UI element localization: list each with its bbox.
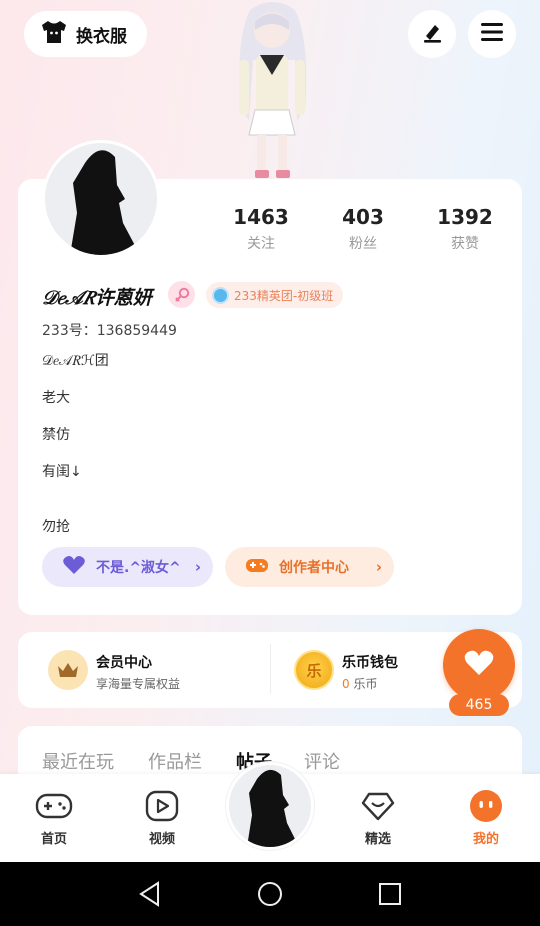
group-badge-label: 233精英团-初级班	[234, 288, 334, 303]
heart-icon	[62, 555, 86, 579]
back-icon[interactable]	[138, 881, 162, 911]
tab-comments[interactable]: 评论	[304, 748, 340, 774]
tab-recently-played[interactable]: 最近在玩	[42, 748, 114, 774]
nav-featured[interactable]: 精选	[324, 788, 432, 847]
member-center-subtitle: 享海量专属权益	[96, 677, 181, 691]
center-avatar-button[interactable]	[226, 762, 314, 850]
heart-diamond-icon	[324, 788, 432, 824]
gamepad-icon	[245, 555, 269, 579]
nav-mine-label: 我的	[472, 832, 499, 847]
bio-line: 老大	[42, 390, 70, 406]
face-icon	[432, 788, 540, 824]
bio-line: 有闺↓	[42, 464, 82, 480]
like-button[interactable]	[443, 629, 515, 701]
member-center-link[interactable]: 会员中心 享海量专属权益	[96, 652, 180, 692]
heart-icon	[464, 650, 494, 680]
group-badge-icon	[212, 286, 229, 304]
chevron-right-icon: ›	[375, 558, 382, 576]
creator-center-button[interactable]: 创作者中心 ›	[225, 547, 394, 587]
likes-received-label: 获赞	[451, 236, 479, 252]
nav-video[interactable]: 视频	[108, 788, 216, 847]
edit-icon	[420, 20, 444, 48]
fans-count: 403	[342, 205, 384, 229]
nickname: 𝒟𝑒𝒜𝑅许蒽妍	[42, 287, 152, 309]
crown-icon	[48, 650, 88, 690]
wallet-balance: 0 乐币	[342, 675, 398, 692]
wallet-balance-value: 0	[342, 677, 350, 691]
user-id: 233号：136859449	[42, 323, 177, 339]
personality-tag-button[interactable]: 不是.^淑女^ ›	[42, 547, 213, 587]
coin-icon: 乐	[294, 650, 334, 690]
bio-line: 𝒟𝑒𝒜𝑅ℋ团	[42, 353, 109, 369]
likes-received-count: 1392	[437, 205, 493, 229]
tshirt-icon	[40, 20, 68, 48]
profile-avatar[interactable]	[42, 140, 160, 258]
creator-center-label: 创作者中心	[279, 560, 349, 576]
group-badge[interactable]: 233精英团-初级班	[206, 282, 344, 308]
personality-tag-label: 不是.^淑女^	[96, 560, 181, 576]
nav-mine[interactable]: 我的	[432, 788, 540, 847]
wallet-link[interactable]: 乐币钱包 0 乐币	[342, 652, 398, 692]
fans-label: 粉丝	[349, 236, 377, 252]
wallet-title: 乐币钱包	[342, 655, 398, 671]
stat-fans[interactable]: 403 粉丝	[318, 205, 408, 253]
home-circle-icon[interactable]	[257, 881, 283, 911]
bio-line: 勿抢	[42, 519, 70, 535]
nav-home-label: 首页	[40, 832, 67, 847]
recents-square-icon[interactable]	[379, 883, 401, 909]
member-center-title: 会员中心	[96, 655, 152, 671]
edit-profile-button[interactable]	[408, 10, 456, 58]
change-outfit-button[interactable]: 换衣服	[24, 11, 147, 57]
gamepad-icon	[0, 788, 108, 824]
chevron-right-icon: ›	[194, 558, 201, 576]
change-outfit-label: 换衣服	[76, 26, 127, 47]
nav-video-label: 视频	[148, 832, 175, 847]
following-count: 1463	[233, 205, 289, 229]
stat-following[interactable]: 1463 关注	[216, 205, 306, 253]
like-count: 465	[449, 694, 509, 716]
tab-works[interactable]: 作品栏	[148, 748, 202, 774]
female-gender-icon	[168, 281, 195, 308]
bio-line: 禁仿	[42, 427, 70, 443]
character-figure[interactable]	[215, 0, 330, 180]
following-label: 关注	[247, 236, 275, 252]
stat-likes[interactable]: 1392 获赞	[420, 205, 510, 253]
nav-home[interactable]: 首页	[0, 788, 108, 847]
wallet-balance-unit: 乐币	[349, 677, 378, 691]
divider	[270, 644, 271, 694]
play-icon	[108, 788, 216, 824]
menu-icon	[480, 21, 504, 47]
menu-button[interactable]	[468, 10, 516, 58]
nav-featured-label: 精选	[364, 832, 391, 847]
